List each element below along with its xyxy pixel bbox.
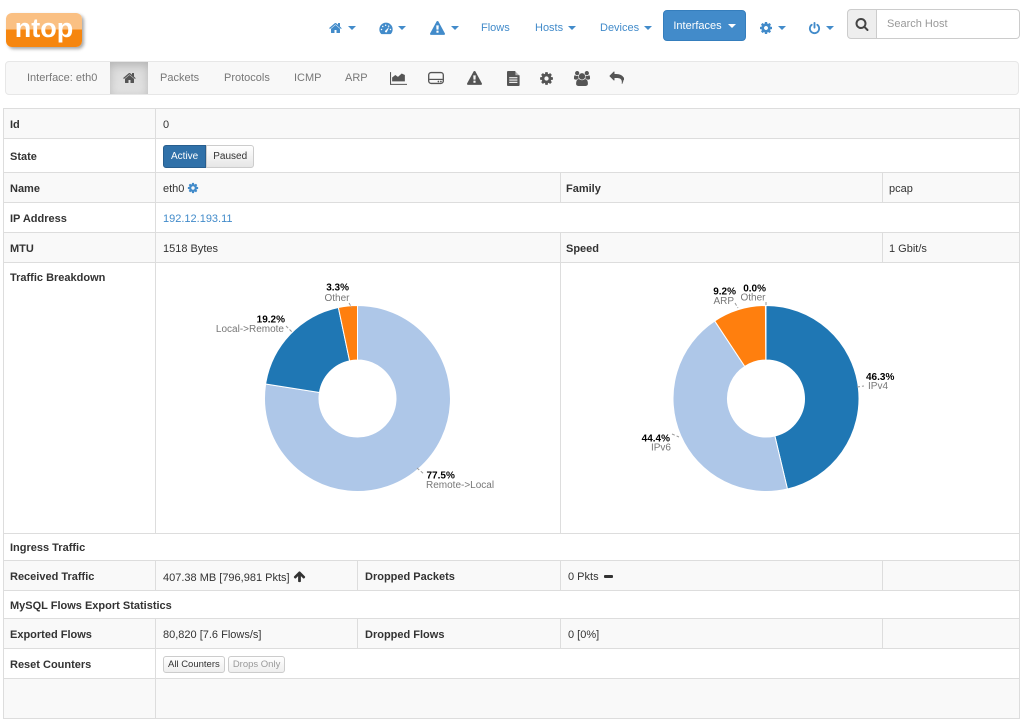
- svg-text:Other: Other: [740, 293, 766, 304]
- svg-text:IPv4: IPv4: [868, 381, 888, 392]
- svg-text:IPv6: IPv6: [651, 443, 671, 454]
- svg-text:Remote->Local: Remote->Local: [426, 480, 494, 491]
- svg-text:Local->Remote: Local->Remote: [216, 324, 285, 335]
- svg-text:Other: Other: [324, 293, 350, 304]
- svg-text:ARP: ARP: [713, 296, 734, 307]
- svg-text:3.3%: 3.3%: [326, 283, 349, 294]
